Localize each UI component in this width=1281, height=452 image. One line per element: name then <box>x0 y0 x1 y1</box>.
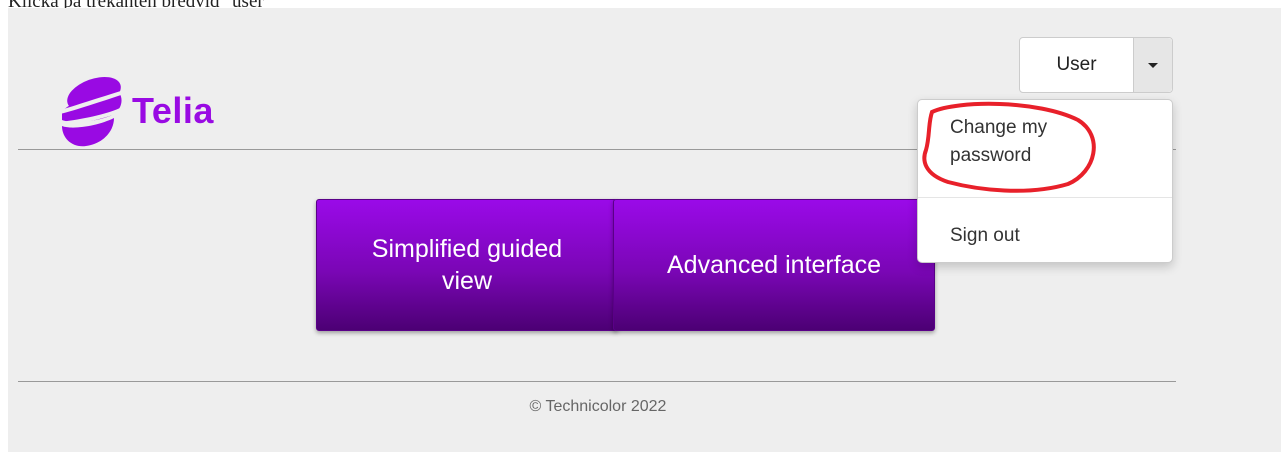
caret-down-icon[interactable] <box>1148 62 1158 68</box>
simplified-guided-view-button[interactable]: Simplified guided view <box>316 199 618 331</box>
router-login-panel: Telia User Simplified guided view Advanc… <box>8 8 1281 452</box>
footer-copyright: © Technicolor 2022 <box>529 398 667 415</box>
menu-divider <box>918 197 1172 198</box>
user-dropdown-label[interactable]: User <box>1020 38 1133 92</box>
advanced-interface-button[interactable]: Advanced interface <box>613 199 935 331</box>
footer-divider <box>18 381 1176 382</box>
user-dropdown-menu: Change my password Sign out <box>917 99 1173 263</box>
user-dropdown[interactable]: User <box>1019 37 1173 93</box>
telia-logo-text: Telia <box>132 90 214 131</box>
menu-item-sign-out[interactable]: Sign out <box>950 222 1110 250</box>
telia-pebble-icon <box>60 76 124 147</box>
telia-logo: Telia <box>54 72 254 152</box>
menu-item-change-password[interactable]: Change my password <box>950 114 1110 170</box>
user-dropdown-toggle[interactable] <box>1133 38 1172 92</box>
